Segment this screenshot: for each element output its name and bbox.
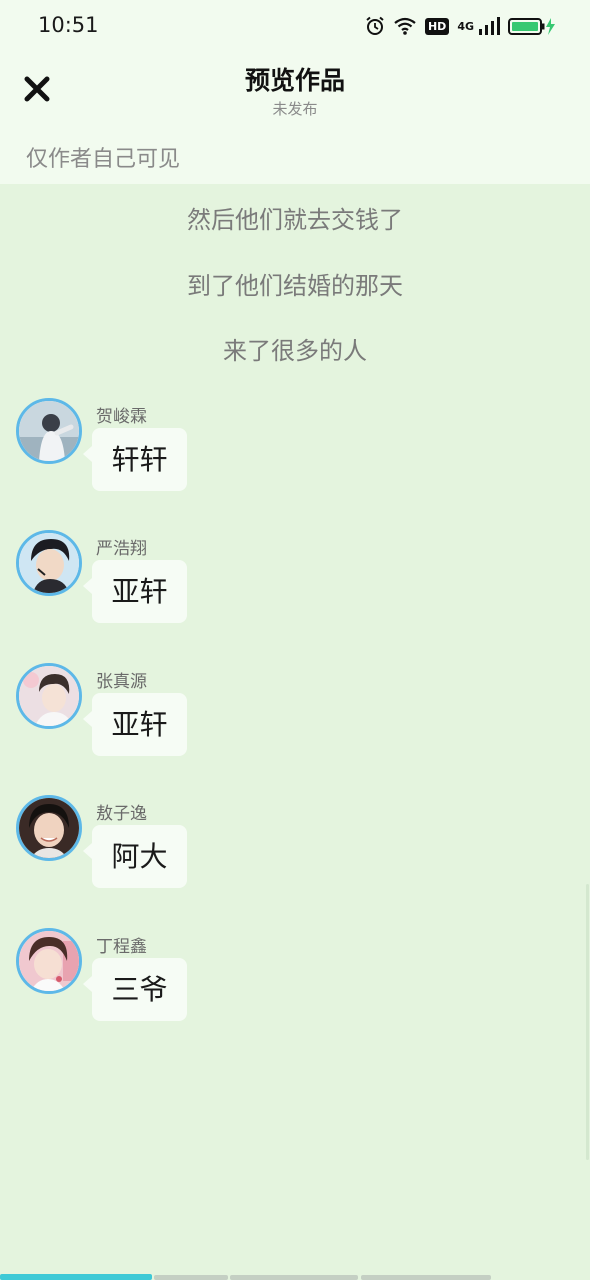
network-type-label: 4G	[457, 19, 474, 33]
progress-segment	[154, 1275, 228, 1280]
visibility-note: 仅作者自己可见	[26, 147, 181, 172]
progress-segment-done	[0, 1274, 152, 1280]
speaker-name: 丁程鑫	[96, 937, 147, 957]
alarm-icon	[366, 16, 384, 35]
avatar[interactable]	[16, 530, 82, 596]
battery-icon	[508, 18, 555, 35]
top-bar: 10:51 HD 4G 预览作品 未发布 仅作者自己可见	[0, 0, 590, 184]
message-bubble: 轩轩	[83, 428, 187, 491]
chat-message: 严浩翔 亚轩	[16, 530, 316, 630]
avatar[interactable]	[16, 795, 82, 861]
chat-message: 贺峻霖 轩轩	[16, 398, 316, 498]
message-bubble: 阿大	[83, 825, 187, 888]
avatar[interactable]	[16, 663, 82, 729]
avatar[interactable]	[16, 398, 82, 464]
message-bubble: 亚轩	[83, 560, 187, 623]
narration-line: 然后他们就去交钱了	[187, 206, 403, 234]
chat-message: 丁程鑫 三爷	[16, 928, 316, 1028]
speaker-name: 张真源	[96, 672, 147, 692]
publish-status: 未发布	[272, 100, 318, 118]
page-title: 预览作品	[244, 66, 345, 95]
status-icons: HD 4G	[365, 14, 556, 38]
story-progress-bar	[0, 1273, 590, 1280]
hd-icon: HD	[424, 17, 450, 35]
signal-icon	[479, 17, 500, 35]
scrollbar[interactable]	[586, 884, 589, 1160]
narration-line: 到了他们结婚的那天	[187, 272, 403, 300]
message-bubble: 亚轩	[83, 693, 187, 756]
progress-segment	[361, 1275, 491, 1280]
speaker-name: 敖子逸	[96, 804, 147, 824]
status-time: 10:51	[38, 13, 99, 37]
message-bubble: 三爷	[83, 958, 187, 1021]
chat-message: 张真源 亚轩	[16, 663, 316, 763]
wifi-icon	[394, 17, 416, 35]
chat-message: 敖子逸 阿大	[16, 795, 316, 895]
speaker-name: 严浩翔	[96, 539, 147, 559]
speaker-name: 贺峻霖	[96, 407, 147, 427]
avatar[interactable]	[16, 928, 82, 994]
progress-segment	[230, 1275, 358, 1280]
narration-line: 来了很多的人	[223, 337, 367, 365]
